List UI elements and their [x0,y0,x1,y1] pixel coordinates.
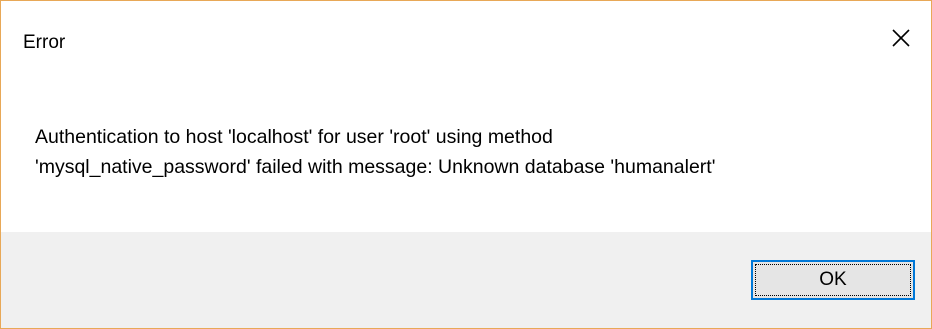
error-message-line-2: 'mysql_native_password' failed with mess… [35,156,716,178]
error-dialog: Error Authentication to host 'localhost'… [0,0,932,329]
ok-button[interactable]: OK [751,260,915,300]
close-button[interactable] [871,15,931,61]
title-bar: Error [1,1,931,76]
dialog-title: Error [23,32,66,53]
dialog-content: Authentication to host 'localhost' for u… [1,76,931,232]
close-icon [891,28,911,48]
error-message-line-1: Authentication to host 'localhost' for u… [35,126,553,148]
error-message: Authentication to host 'localhost' for u… [35,122,915,182]
button-area: OK [1,232,931,328]
